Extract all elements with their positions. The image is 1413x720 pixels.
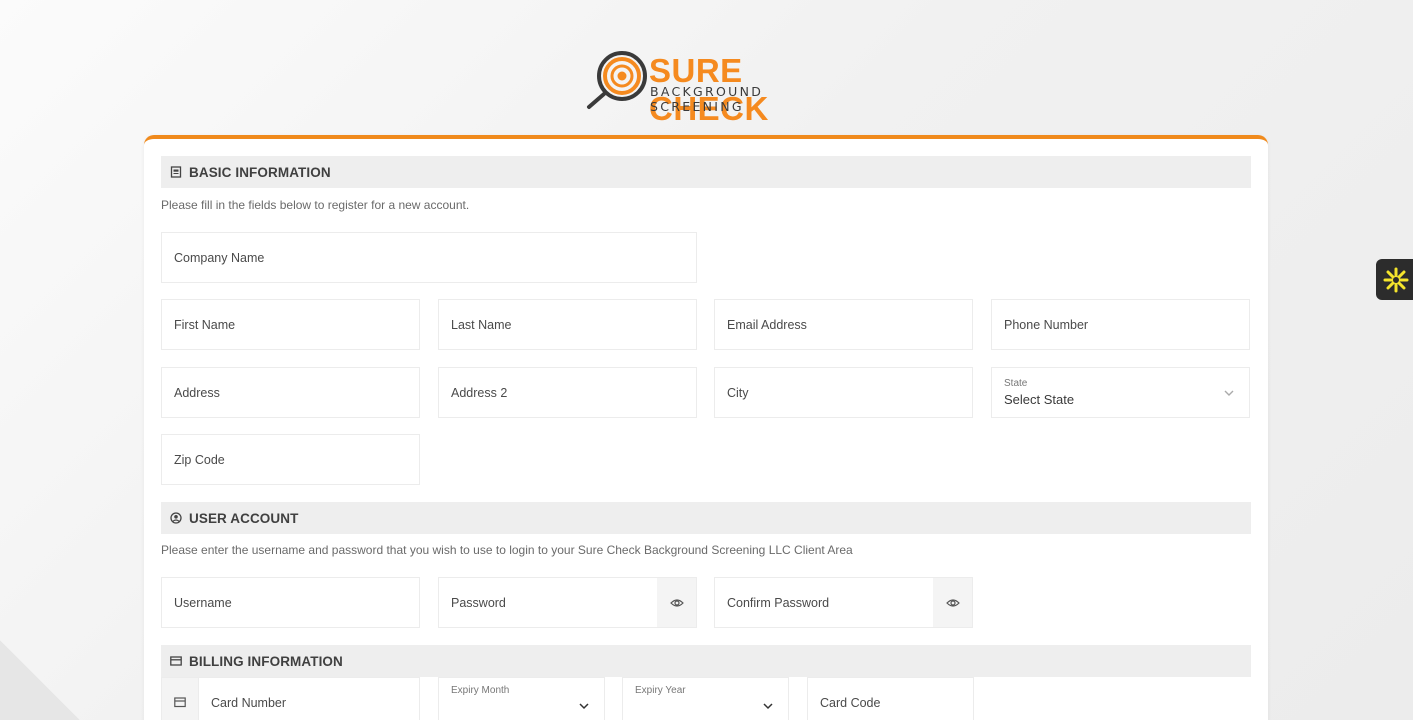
section-title: BILLING INFORMATION [189, 653, 343, 669]
section-title: USER ACCOUNT [189, 510, 299, 526]
state-label: State [1004, 378, 1028, 389]
expiry-month-select[interactable]: Expiry Month [438, 677, 605, 720]
field-placeholder: City [727, 385, 749, 400]
field-placeholder: First Name [174, 317, 236, 332]
address-field[interactable]: Address [161, 367, 420, 418]
user-circle-icon [170, 512, 182, 524]
field-placeholder: Zip Code [174, 452, 225, 467]
expiry-month-label: Expiry Month [451, 685, 510, 696]
credit-card-icon [170, 655, 182, 667]
field-placeholder: Card Number [211, 695, 287, 710]
field-placeholder: Address [174, 385, 220, 400]
card-number-field[interactable]: Card Number [161, 677, 420, 720]
state-value: Select State [1004, 392, 1075, 407]
accessibility-star-icon [1383, 267, 1409, 292]
phone-field[interactable]: Phone Number [991, 299, 1250, 350]
chevron-down-icon [763, 703, 773, 710]
brand-tagline: BACKGROUND SCREENING [650, 84, 764, 114]
show-confirm-password-button[interactable] [933, 578, 972, 627]
zip-code-field[interactable]: Zip Code [161, 434, 420, 485]
logo: SURE CHECK BACKGROUND SCREENING [586, 50, 846, 127]
eye-icon [945, 598, 960, 607]
field-placeholder: Company Name [174, 250, 265, 265]
expiry-year-select[interactable]: Expiry Year [622, 677, 789, 720]
field-placeholder: Card Code [820, 695, 881, 710]
show-password-button[interactable] [657, 578, 696, 627]
card-code-field[interactable]: Card Code [807, 677, 974, 720]
section-title: BASIC INFORMATION [189, 164, 331, 180]
accessibility-widget-button[interactable] [1376, 259, 1413, 300]
field-placeholder: Username [174, 595, 232, 610]
state-select[interactable]: State Select State [991, 367, 1250, 418]
registration-card: BASIC INFORMATION Please fill in the fie… [144, 135, 1268, 720]
first-name-field[interactable]: First Name [161, 299, 420, 350]
section-header-account: USER ACCOUNT [161, 502, 1251, 534]
section-header-billing: BILLING INFORMATION [161, 645, 1251, 677]
address2-field[interactable]: Address 2 [438, 367, 697, 418]
password-field[interactable]: Password [438, 577, 697, 628]
section-header-basic: BASIC INFORMATION [161, 156, 1251, 188]
magnifier-target-icon [587, 51, 647, 109]
city-field[interactable]: City [714, 367, 973, 418]
field-placeholder: Last Name [451, 317, 512, 332]
chevron-down-icon [1224, 390, 1234, 396]
confirm-password-field[interactable]: Confirm Password [714, 577, 973, 628]
field-placeholder: Phone Number [1004, 317, 1089, 332]
chevron-down-icon [579, 703, 589, 710]
credit-card-icon [174, 697, 186, 708]
field-placeholder: Address 2 [451, 385, 508, 400]
card-addon [162, 678, 199, 720]
username-field[interactable]: Username [161, 577, 420, 628]
background-decoration [0, 640, 80, 720]
section-description: Please enter the username and password t… [161, 543, 853, 557]
field-placeholder: Password [451, 595, 506, 610]
field-placeholder: Confirm Password [727, 595, 830, 610]
field-placeholder: Email Address [727, 317, 807, 332]
company-name-field[interactable]: Company Name [161, 232, 697, 283]
expiry-year-label: Expiry Year [635, 685, 686, 696]
id-card-icon [170, 166, 182, 178]
email-field[interactable]: Email Address [714, 299, 973, 350]
last-name-field[interactable]: Last Name [438, 299, 697, 350]
eye-icon [669, 598, 684, 607]
section-description: Please fill in the fields below to regis… [161, 198, 470, 212]
